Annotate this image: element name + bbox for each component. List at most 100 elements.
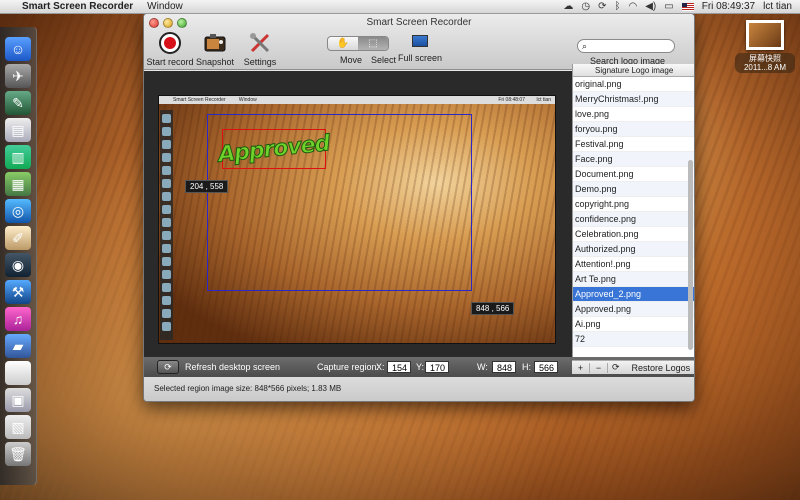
remove-logo-button[interactable]: − (590, 362, 608, 373)
w-field[interactable]: 848 (492, 361, 516, 373)
time-machine-icon[interactable]: ◉ (5, 253, 31, 277)
logo-list-item[interactable]: Art Te.png (573, 272, 694, 287)
capture-region-label: Capture region: (317, 362, 380, 372)
flag-icon[interactable] (681, 2, 694, 11)
menu-window[interactable]: Window (147, 1, 183, 12)
dock: ☺ ✈ ✎ ▤ ▥ ▦ ◎ ✐ ◉ ⚒ ♫ ▰ ▣ ▧ 🗑 (0, 27, 37, 485)
h-field[interactable]: 566 (534, 361, 558, 373)
refresh-label: Refresh desktop screen (185, 362, 281, 372)
move-label: Move (340, 55, 363, 65)
top-left-coordinate: 204 , 558 (185, 180, 229, 193)
app-window: Smart Screen Recorder Start record Snaps… (143, 13, 695, 402)
sync-icon[interactable]: ⟳ (598, 1, 606, 12)
logo-list-item[interactable]: Approved_2.png (573, 287, 694, 302)
menu-bar: Smart Screen Recorder Window ☁ ◷ ⟳ ᛒ ◠ ◀… (0, 0, 800, 14)
settings-label: Settings (243, 57, 277, 67)
logo-list-item[interactable]: Face.png (573, 152, 694, 167)
move-mode-button[interactable]: ✋ (328, 37, 358, 50)
logo-list-item[interactable]: Document.png (573, 167, 694, 182)
mode-segmented-control: ✋ ⬚ (327, 36, 389, 51)
logo-list-item[interactable]: Authorized.png (573, 242, 694, 257)
preview-menubar-app: Smart Screen Recorder (173, 97, 226, 103)
x-field[interactable]: 154 (387, 361, 411, 373)
logo-list-item[interactable]: confidence.png (573, 212, 694, 227)
menu-clock[interactable]: Fri 08:49:37 (702, 1, 755, 12)
safari-icon[interactable]: ◎ (5, 199, 31, 223)
logo-list-item[interactable]: Festival.png (573, 137, 694, 152)
menu-app-name[interactable]: Smart Screen Recorder (22, 1, 133, 12)
window-title: Smart Screen Recorder (366, 17, 472, 28)
folder-icon[interactable]: ▰ (5, 334, 31, 358)
file-label-line1: 屏幕快照 (749, 54, 781, 63)
logo-list-item[interactable]: foryou.png (573, 122, 694, 137)
logo-list-item[interactable]: 72 (573, 332, 694, 347)
pencil-app-icon[interactable]: ✎ (5, 91, 31, 115)
file-icon[interactable] (5, 361, 31, 385)
trash-icon[interactable]: 🗑 (5, 442, 31, 466)
y-field[interactable]: 170 (425, 361, 449, 373)
refresh-icon: ⟳ (164, 361, 172, 372)
logo-list-scrollbar[interactable] (688, 160, 693, 350)
logo-overlay[interactable]: Approved (217, 129, 331, 169)
menu-user[interactable]: lct tian (763, 1, 792, 12)
w-label: W: (477, 362, 488, 372)
logo-list-header: Signature Logo image (573, 64, 694, 77)
xcode-icon[interactable]: ⚒ (5, 280, 31, 304)
logo-list-item[interactable]: Attention!.png (573, 257, 694, 272)
menu-extras: ☁ ◷ ⟳ ᛒ ◠ ◀) ▭ Fri 08:49:37 lct tian (563, 1, 800, 12)
desktop-screenshot-file[interactable]: 屏幕快照 2011...8 AM (735, 20, 795, 73)
restore-logos-button[interactable]: Restore Logos (632, 363, 691, 373)
file-thumbnail (746, 20, 784, 50)
logo-list-item[interactable]: Ai.png (573, 317, 694, 332)
logo-search-field[interactable]: ⌕ (577, 39, 675, 53)
finder-icon[interactable]: ☺ (5, 37, 31, 61)
add-logo-button[interactable]: + (572, 362, 590, 373)
logo-list-item[interactable]: love.png (573, 107, 694, 122)
wifi-icon[interactable]: ◠ (629, 1, 638, 12)
bluetooth-icon[interactable]: ᛒ (615, 1, 621, 12)
photo-app-icon[interactable]: ▦ (5, 172, 31, 196)
logo-list: original.png MerryChristmas!.png love.png f… (573, 77, 694, 347)
cloud-icon[interactable]: ☁ (563, 1, 573, 12)
tools-icon (248, 31, 272, 55)
preview-clock: Fri 08:48:07 (498, 97, 525, 103)
logo-list-item[interactable]: MerryChristmas!.png (573, 92, 694, 107)
logo-list-footer: + − ⟳ Restore Logos (572, 360, 694, 374)
textedit-icon[interactable]: ✐ (5, 226, 31, 250)
preview-dock (160, 110, 173, 340)
camera-icon (203, 31, 227, 55)
record-icon (159, 32, 181, 54)
title-bar: Smart Screen Recorder Start record Snaps… (144, 14, 694, 70)
logo-list-item[interactable]: Approved.png (573, 302, 694, 317)
settings-button[interactable]: Settings (234, 31, 286, 67)
logo-list-panel: Signature Logo image original.png MerryCh… (572, 64, 694, 357)
volume-icon[interactable]: ◀) (645, 1, 656, 12)
clock-icon[interactable]: ◷ (581, 1, 590, 12)
h-label: H: (522, 362, 531, 372)
full-screen-button[interactable]: Full screen (398, 35, 442, 63)
logo-search-input[interactable] (587, 41, 668, 51)
chart-app-icon[interactable]: ▥ (5, 145, 31, 169)
preview-user: lct tian (536, 97, 551, 103)
bottom-right-coordinate: 848 , 566 (471, 302, 515, 315)
refresh-button[interactable]: ⟳ (157, 360, 179, 374)
battery-icon[interactable]: ▭ (664, 1, 673, 12)
logo-list-item[interactable]: original.png (573, 77, 694, 92)
preview-menubar: Smart Screen Recorder Window Fri 08:48:0… (159, 96, 555, 104)
approved-logo-text: Approved (217, 130, 332, 168)
itunes-icon[interactable]: ♫ (5, 307, 31, 331)
select-mode-button[interactable]: ⬚ (358, 37, 388, 50)
x-label: X: (376, 362, 385, 372)
logo-list-item[interactable]: Celebration.png (573, 227, 694, 242)
file-label-line2: 2011...8 AM (743, 63, 787, 72)
capture-canvas[interactable]: Smart Screen Recorder Window Fri 08:48:0… (144, 71, 572, 357)
document-app-icon[interactable]: ▤ (5, 118, 31, 142)
launchpad-icon[interactable]: ✈ (5, 64, 31, 88)
logo-list-item[interactable]: copyright.png (573, 197, 694, 212)
status-bar: Selected region image size: 848*566 pixe… (144, 377, 694, 401)
restore-icon: ⟳ (612, 362, 620, 372)
logo-list-item[interactable]: Demo.png (573, 182, 694, 197)
image-file-icon[interactable]: ▧ (5, 415, 31, 439)
file-label: 屏幕快照 2011...8 AM (735, 53, 795, 73)
preview-icon[interactable]: ▣ (5, 388, 31, 412)
